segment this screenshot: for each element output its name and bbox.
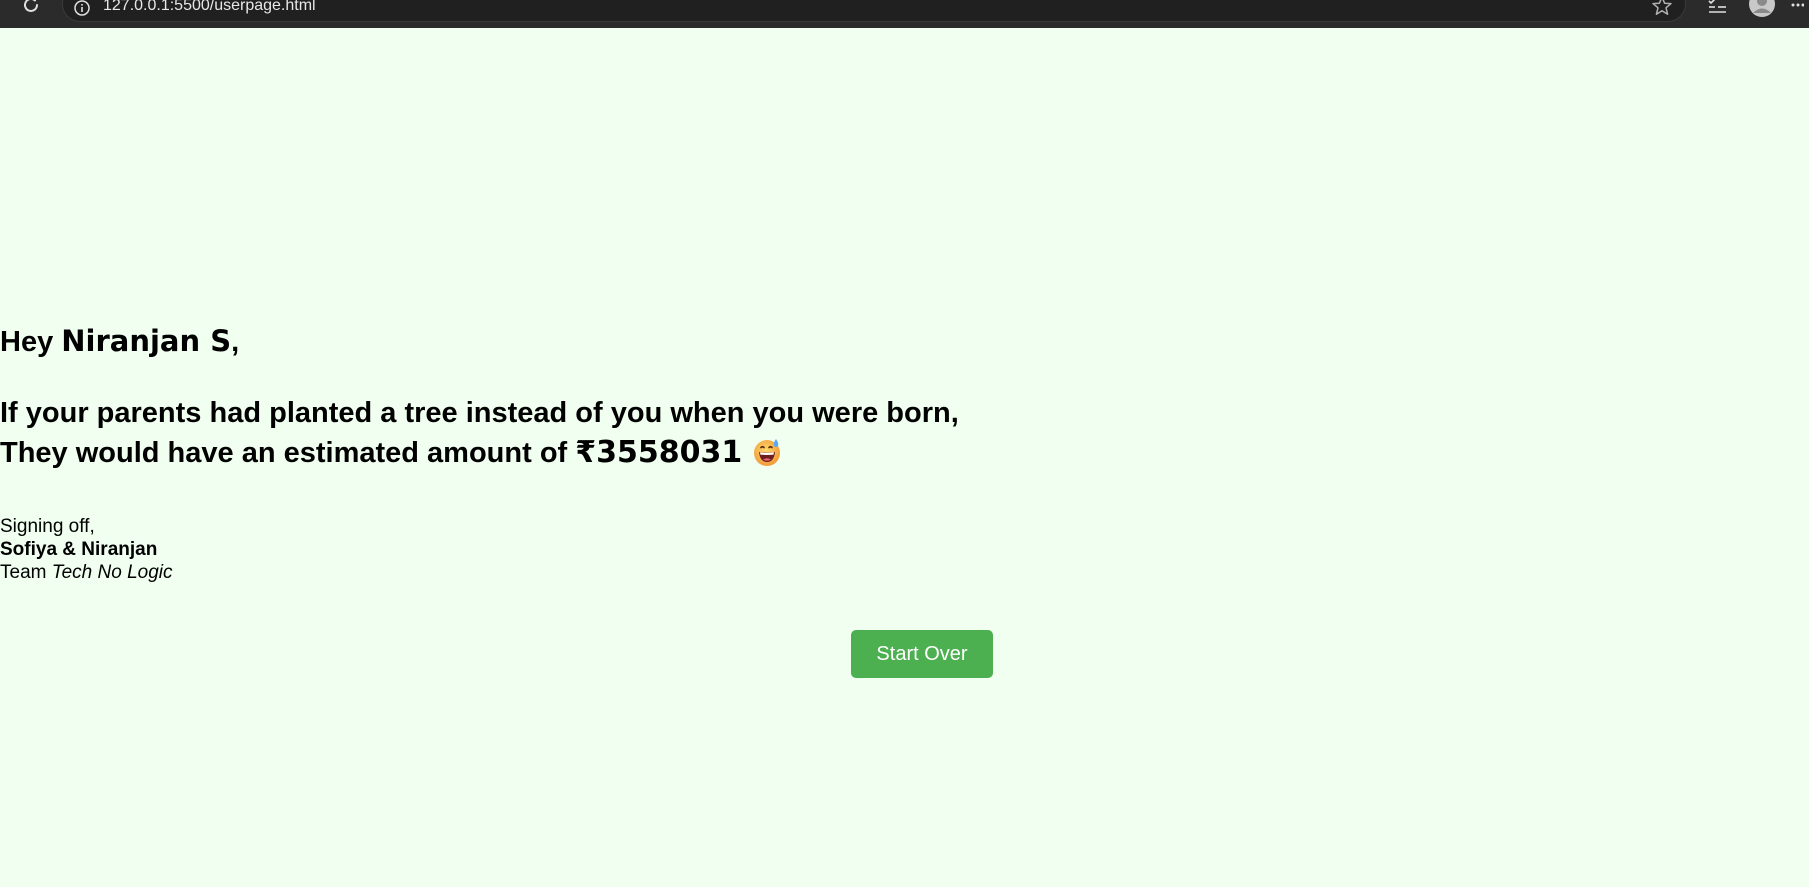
reading-list-icon[interactable]	[1706, 0, 1728, 18]
profile-avatar-icon[interactable]	[1748, 0, 1776, 18]
signoff-authors: Sofiya & Niranjan	[0, 539, 158, 560]
more-menu-icon[interactable]	[1790, 0, 1804, 12]
reload-icon[interactable]	[20, 0, 42, 16]
address-bar[interactable]: 127.0.0.1:5500/userpage.html	[62, 0, 1686, 22]
user-name: Niranjan S	[61, 324, 232, 358]
signoff-block: Signing off, Sofiya & Niranjan Team Tech…	[0, 515, 1809, 584]
team-name: Tech No Logic	[51, 562, 173, 583]
grinning-sweat-emoji-icon	[754, 439, 781, 466]
info-icon[interactable]	[73, 0, 91, 17]
team-prefix: Team	[0, 562, 52, 583]
message-line-2-text: They would have an estimated amount of	[0, 437, 576, 469]
signoff-team: Team Tech No Logic	[0, 561, 1809, 584]
result-message: If your parents had planted a tree inste…	[0, 393, 1809, 473]
signoff-label: Signing off,	[0, 516, 95, 537]
message-line-1: If your parents had planted a tree inste…	[0, 397, 959, 429]
estimated-amount: ₹3558031	[575, 435, 743, 470]
url-text[interactable]: 127.0.0.1:5500/userpage.html	[103, 0, 316, 15]
greeting-prefix: Hey	[0, 326, 62, 358]
greeting-heading: Hey Niranjan S,	[0, 324, 1809, 359]
greeting-suffix: ,	[231, 326, 240, 358]
bookmark-star-icon[interactable]	[1651, 0, 1673, 17]
start-over-button[interactable]: Start Over	[851, 630, 993, 678]
browser-toolbar: 127.0.0.1:5500/userpage.html	[0, 0, 1809, 28]
message-line-2: They would have an estimated amount of ₹…	[0, 433, 1809, 473]
